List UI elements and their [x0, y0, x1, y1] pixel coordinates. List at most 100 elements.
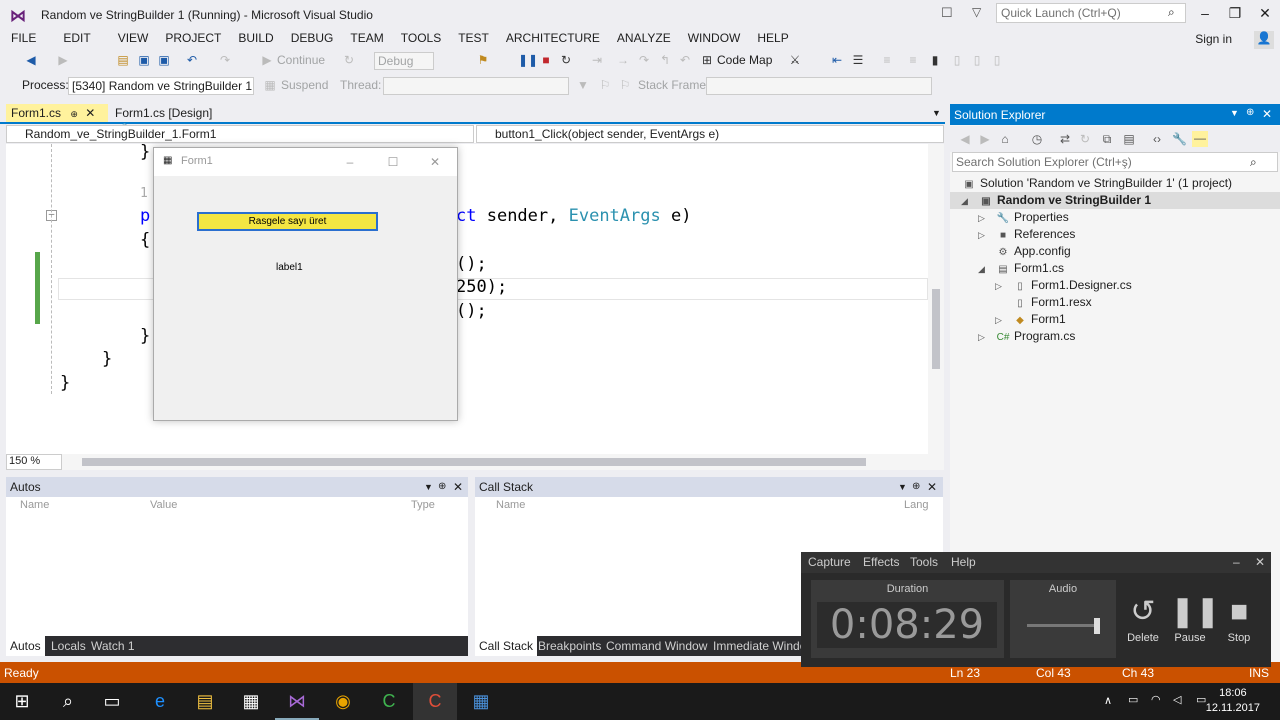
close-icon[interactable]: ✕ — [453, 480, 463, 494]
recorder-menu-help[interactable]: Help — [951, 555, 976, 569]
open-file-icon[interactable]: ▤ — [116, 53, 130, 67]
stop-button[interactable]: ■ Stop — [1219, 592, 1259, 644]
menu-analyze[interactable]: ANALYZE — [617, 30, 671, 46]
wifi-icon[interactable]: ◠ — [1151, 693, 1161, 706]
close-icon[interactable]: ✕ — [927, 480, 937, 494]
menu-build[interactable]: BUILD — [238, 30, 273, 46]
collapse-all-icon[interactable]: ⧉ — [1100, 132, 1114, 146]
code-lens-reference[interactable]: 1 — [140, 186, 148, 201]
tab-command-window[interactable]: Command Window — [602, 638, 711, 654]
tab-form1-cs[interactable]: Form1.cs ⊕ ✕ — [6, 104, 108, 122]
tab-autos[interactable]: Autos — [6, 636, 45, 656]
forward-icon[interactable]: ▶ — [978, 132, 992, 146]
recorder-menu-tools[interactable]: Tools — [910, 555, 938, 569]
file-explorer-icon[interactable]: ▤ — [183, 683, 227, 720]
form-close-button[interactable]: ✕ — [420, 152, 450, 172]
menu-tools[interactable]: TOOLS — [401, 30, 441, 46]
column-language[interactable]: Lang — [904, 499, 928, 511]
forward-icon[interactable]: ▶ — [56, 53, 70, 67]
search-icon[interactable]: ⌕ — [1168, 5, 1175, 20]
volume-icon[interactable]: ◁ — [1173, 693, 1181, 706]
tree-form1-cs[interactable]: ▤ Form1.cs — [996, 260, 1064, 277]
quick-launch-input[interactable]: Quick Launch (Ctrl+Q) — [996, 3, 1186, 23]
refresh-icon[interactable]: ↻ — [1078, 132, 1092, 146]
undo-icon[interactable]: ↶ — [185, 53, 199, 67]
tab-locals[interactable]: Locals — [47, 638, 90, 654]
save-all-icon[interactable]: ▣ — [157, 53, 171, 67]
close-tab-icon[interactable]: ✕ — [85, 106, 95, 120]
zoom-combo[interactable]: 150 % — [6, 454, 62, 470]
filter-icon[interactable]: ▽ — [972, 5, 981, 19]
recorder-minimize-button[interactable]: – — [1233, 555, 1240, 569]
menu-test[interactable]: TEST — [458, 30, 489, 46]
maximize-button[interactable]: ❐ — [1220, 2, 1250, 24]
view-code-icon[interactable]: ‹› — [1150, 132, 1164, 146]
tab-immediate-window[interactable]: Immediate Windo — [709, 638, 810, 654]
system-clock[interactable]: 18:06 12.11.2017 — [1206, 686, 1260, 716]
menu-help[interactable]: HELP — [757, 30, 788, 46]
menu-team[interactable]: TEAM — [350, 30, 383, 46]
step-back-icon[interactable]: ↶ — [678, 53, 692, 67]
column-value[interactable]: Value — [150, 499, 177, 511]
delete-button[interactable]: ↺ Delete — [1123, 592, 1163, 644]
tree-solution[interactable]: ▣ Solution 'Random ve StringBuilder 1' (1… — [962, 175, 1232, 192]
scrollbar-thumb[interactable] — [932, 289, 940, 369]
audio-slider-handle[interactable] — [1094, 618, 1100, 634]
flag-icon[interactable]: ⚐ — [598, 78, 612, 92]
prev-bookmark-icon[interactable]: ▯ — [950, 53, 964, 67]
expanded-arrow-icon[interactable]: ◢ — [978, 264, 985, 275]
store-icon[interactable]: ▦ — [229, 683, 273, 720]
tab-overflow-icon[interactable]: ▼ — [932, 108, 941, 118]
step-into-icon[interactable]: → — [616, 53, 630, 67]
redo-icon[interactable]: ↷ — [218, 53, 232, 67]
tab-form1-design[interactable]: Form1.cs [Design] 🔒 — [110, 104, 220, 133]
thread-combo[interactable] — [383, 77, 569, 95]
configuration-combo[interactable]: Debug — [374, 52, 434, 70]
form1-window[interactable]: ▦ Form1 – ☐ ✕ Rasgele sayı üret label1 — [153, 147, 458, 421]
refresh-icon[interactable]: ↻ — [342, 53, 356, 67]
form1-titlebar[interactable]: ▦ Form1 – ☐ ✕ — [154, 148, 457, 176]
stop-icon[interactable]: ■ — [539, 53, 553, 67]
tree-form1-class[interactable]: ◆ Form1 — [1013, 311, 1066, 328]
flag-all-icon[interactable]: ⚐ — [618, 78, 632, 92]
menu-file[interactable]: FILE — [11, 30, 36, 46]
suspend-button[interactable]: Suspend — [281, 78, 328, 92]
next-bookmark-icon[interactable]: ▯ — [970, 53, 984, 67]
tree-properties[interactable]: 🔧 Properties — [996, 209, 1069, 226]
visual-studio-taskbar-icon[interactable]: ⋈ — [275, 683, 319, 720]
member-combo[interactable]: button1_Click(object sender, EventArgs e… — [476, 125, 944, 143]
restart-icon[interactable]: ↻ — [559, 53, 573, 67]
tree-form1-resx[interactable]: ▯ Form1.resx — [1013, 294, 1091, 311]
task-view-icon[interactable]: ▭ — [90, 683, 134, 720]
tab-watch1[interactable]: Watch 1 — [87, 638, 139, 654]
continue-icon[interactable]: ▶ — [260, 53, 274, 67]
collapsed-arrow-icon[interactable]: ▷ — [978, 332, 985, 343]
minimize-button[interactable]: – — [1190, 2, 1220, 24]
tree-project[interactable]: ▣ Random ve StringBuilder 1 — [979, 192, 1151, 209]
stack-frame-combo[interactable] — [706, 77, 932, 95]
history-icon[interactable]: ◷ — [1030, 132, 1044, 146]
pause-button[interactable]: ❚❚ Pause — [1170, 592, 1220, 644]
close-icon[interactable]: ✕ — [1262, 107, 1272, 121]
solution-search-input[interactable]: Search Solution Explorer (Ctrl+ş) — [952, 152, 1278, 172]
recorder-taskbar-icon[interactable]: C — [413, 683, 457, 720]
menu-project[interactable]: PROJECT — [165, 30, 221, 46]
tab-breakpoints[interactable]: Breakpoints — [534, 638, 605, 654]
camtasia-icon[interactable]: C — [367, 683, 411, 720]
tree-program-cs[interactable]: C# Program.cs — [996, 328, 1076, 345]
preview-icon[interactable]: — — [1192, 131, 1208, 147]
show-all-files-icon[interactable]: ▤ — [1122, 132, 1136, 146]
class-combo[interactable]: Random_ve_StringBuilder_1.Form1 — [6, 125, 474, 143]
collapsed-arrow-icon[interactable]: ▷ — [995, 281, 1002, 292]
search-icon[interactable]: ⌕ — [1250, 155, 1257, 170]
column-name[interactable]: Name — [20, 499, 49, 511]
pin-icon[interactable]: ⊕ — [912, 481, 920, 492]
dropdown-icon[interactable]: ▼ — [424, 482, 433, 492]
column-type[interactable]: Type — [411, 499, 435, 511]
back-icon[interactable]: ◀ — [958, 132, 972, 146]
code-map-button[interactable]: Code Map — [717, 53, 772, 67]
collapsed-arrow-icon[interactable]: ▷ — [995, 315, 1002, 326]
winforms-app-icon[interactable]: ▦ — [459, 683, 503, 720]
step-out-icon[interactable]: ↰ — [658, 53, 672, 67]
expanded-arrow-icon[interactable]: ◢ — [961, 196, 968, 207]
